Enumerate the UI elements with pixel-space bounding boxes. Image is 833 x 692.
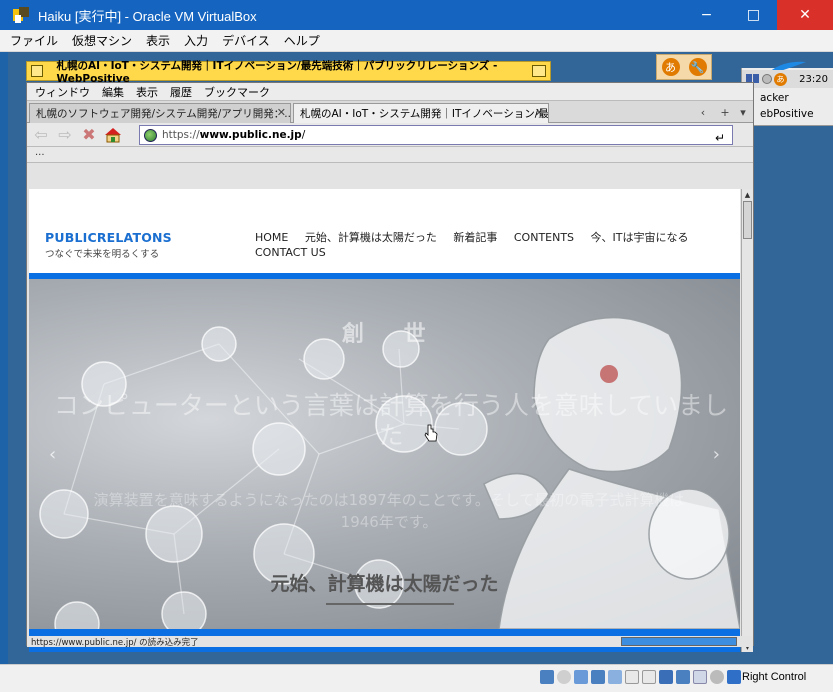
browser-title-tab[interactable]: 札幌のAI・IoT・システム開発｜ITイノベーション/最先端技術｜パブリックリレ… <box>26 60 551 85</box>
hero-large-text: コンピューターという言葉は計算を行う人を意味していました <box>53 391 729 450</box>
menu-machine[interactable]: 仮想マシン <box>72 32 132 49</box>
host-menubar: ファイル 仮想マシン 表示 入力 デバイス ヘルプ <box>0 30 833 52</box>
optical-drive-icon[interactable] <box>540 670 554 684</box>
go-icon[interactable]: ↵ <box>712 128 728 148</box>
stop-icon[interactable]: ✖ <box>79 125 99 145</box>
new-tab-icon[interactable]: + <box>717 104 733 120</box>
nav-contents[interactable]: CONTENTS <box>514 231 574 244</box>
deskbar-tray: あ 23:20 <box>742 70 833 88</box>
browser-frame: ウィンドウ 編集 表示 履歴 ブックマーク 札幌のソフトウェア開発/システム開発… <box>26 82 754 652</box>
hero-sub-text: 演算装置を意味するようになったのは1897年のことです。そして最初の電子式計算機… <box>93 491 685 531</box>
zoom-box-icon[interactable] <box>532 65 546 77</box>
menu-input[interactable]: 入力 <box>184 32 208 49</box>
back-icon[interactable]: ⇦ <box>31 125 51 145</box>
url-host: www.public.ne.jp <box>199 129 302 141</box>
cpu-icon[interactable] <box>693 670 707 684</box>
display-icon[interactable] <box>642 670 656 684</box>
url-path: / <box>301 129 306 141</box>
scroll-up-icon[interactable]: ▲ <box>742 189 753 200</box>
browser-window: 札幌のAI・IoT・システム開発｜ITイノベーション/最先端技術｜パブリックリレ… <box>26 60 754 652</box>
virtualbox-icon <box>12 6 30 24</box>
site-tagline: つなぐで未来を明るくする <box>45 249 160 260</box>
navigation-bar: ⇦ ⇨ ✖ https:// www.public.ne.jp / ↵ <box>27 123 753 147</box>
hero-headline: 元始、計算機は太陽だった <box>270 573 499 595</box>
tab-close-icon[interactable]: ✕ <box>277 106 286 119</box>
virtualization-icon[interactable] <box>676 670 690 684</box>
nav-contact[interactable]: CONTACT US <box>255 246 326 259</box>
tab-label: 札幌のソフトウェア開発/システム開発/アプリ開発：... <box>36 108 291 120</box>
url-field[interactable]: https:// www.public.ne.jp / ↵ <box>139 125 733 145</box>
browser-title: 札幌のAI・IoT・システム開発｜ITイノベーション/最先端技術｜パブリックリレ… <box>56 59 498 85</box>
tab-bar: 札幌のソフトウェア開発/システム開発/アプリ開発：... ✕ 札幌のAI・IoT… <box>27 101 753 123</box>
nav-home[interactable]: HOME <box>255 231 288 244</box>
hand-cursor-icon <box>424 424 438 442</box>
menu-devices[interactable]: デバイス <box>222 32 270 49</box>
device-icons <box>540 670 744 684</box>
recording-icon[interactable] <box>659 670 673 684</box>
home-icon[interactable] <box>103 125 123 145</box>
globe-icon <box>144 128 157 142</box>
usb-icon[interactable] <box>608 670 622 684</box>
shared-folder-icon[interactable] <box>625 670 639 684</box>
clock[interactable]: 23:20 <box>799 74 828 85</box>
host-statusbar: Right Control <box>0 664 833 692</box>
nav-space[interactable]: 今、ITは宇宙になる <box>591 231 689 244</box>
tab-label: 札幌のAI・IoT・システム開発｜ITイノベーション/最... <box>300 108 549 120</box>
keyboard-capture-icon[interactable] <box>727 670 741 684</box>
vertical-scrollbar[interactable]: ▲ ▼ <box>741 189 753 652</box>
load-progress-bar <box>621 637 737 646</box>
mouse-integration-icon[interactable] <box>710 670 724 684</box>
minimize-button[interactable]: − <box>683 0 730 30</box>
tab-scroll-left-icon[interactable]: ‹ <box>695 104 711 120</box>
browser-menu-bookmarks[interactable]: ブックマーク <box>204 84 270 100</box>
tray-ime-icon[interactable]: あ <box>774 72 787 86</box>
browser-menu-view[interactable]: 表示 <box>136 84 158 100</box>
nav-origin[interactable]: 元始、計算機は太陽だった <box>305 231 437 244</box>
menu-help[interactable]: ヘルプ <box>284 32 320 49</box>
network-icon[interactable] <box>591 670 605 684</box>
browser-menu-edit[interactable]: 編集 <box>102 84 124 100</box>
deskbar: あ 23:20 acker ebPositive <box>741 61 833 126</box>
tab-close-icon[interactable]: ✕ <box>535 106 544 119</box>
menu-view[interactable]: 表示 <box>146 32 170 49</box>
tab-software[interactable]: 札幌のソフトウェア開発/システム開発/アプリ開発：... ✕ <box>29 103 291 123</box>
url-scheme: https:// <box>162 129 200 141</box>
forward-icon[interactable]: ⇨ <box>55 125 75 145</box>
menu-file[interactable]: ファイル <box>10 32 58 49</box>
scroll-thumb[interactable] <box>743 201 752 239</box>
tab-ai-iot[interactable]: 札幌のAI・IoT・システム開発｜ITイノベーション/最... ✕ <box>293 103 549 123</box>
disk-icon[interactable] <box>557 670 571 684</box>
guest-screen[interactable]: あ 🔧 あ 23:20 acker ebPositive 札幌のAI・IoT・シ… <box>8 52 833 664</box>
page-viewport[interactable]: PUBLICRELATONS つなぐで未来を明るくする HOME 元始、計算機は… <box>29 189 740 652</box>
host-key-label: Right Control <box>742 671 807 683</box>
deskbar-item-tracker[interactable]: acker <box>760 92 789 104</box>
hero-slider[interactable]: 創 世 コンピューターという言葉は計算を行う人を意味していました 演算装置を意味… <box>29 279 740 629</box>
host-titlebar: Haiku [実行中] - Oracle VM VirtualBox − □ ✕ <box>0 0 833 30</box>
maximize-button[interactable]: □ <box>730 0 777 30</box>
deskbar-item-webpositive[interactable]: ebPositive <box>760 108 814 120</box>
tab-menu-icon[interactable]: ▾ <box>735 104 751 120</box>
slider-prev-icon[interactable]: ‹ <box>49 444 56 465</box>
browser-menubar: ウィンドウ 編集 表示 履歴 ブックマーク <box>27 83 753 101</box>
nav-news[interactable]: 新着記事 <box>453 231 497 244</box>
browser-menu-window[interactable]: ウィンドウ <box>35 84 90 100</box>
hero-underline <box>326 603 454 605</box>
audio-icon[interactable] <box>574 670 588 684</box>
site-header: PUBLICRELATONS つなぐで未来を明るくする HOME 元始、計算機は… <box>29 189 740 273</box>
bookmarks-bar[interactable]: ... <box>27 147 753 163</box>
hero-kanji: 創 世 <box>342 322 442 347</box>
browser-menu-history[interactable]: 履歴 <box>170 84 192 100</box>
site-logo[interactable]: PUBLICRELATONS <box>45 230 172 245</box>
site-nav: HOME 元始、計算機は太陽だった 新着記事 CONTENTS 今、ITは宇宙に… <box>255 230 725 260</box>
slider-next-icon[interactable]: › <box>713 444 720 465</box>
host-window-title: Haiku [実行中] - Oracle VM VirtualBox <box>38 8 257 24</box>
close-box-icon[interactable] <box>31 65 43 77</box>
close-button[interactable]: ✕ <box>777 0 833 30</box>
